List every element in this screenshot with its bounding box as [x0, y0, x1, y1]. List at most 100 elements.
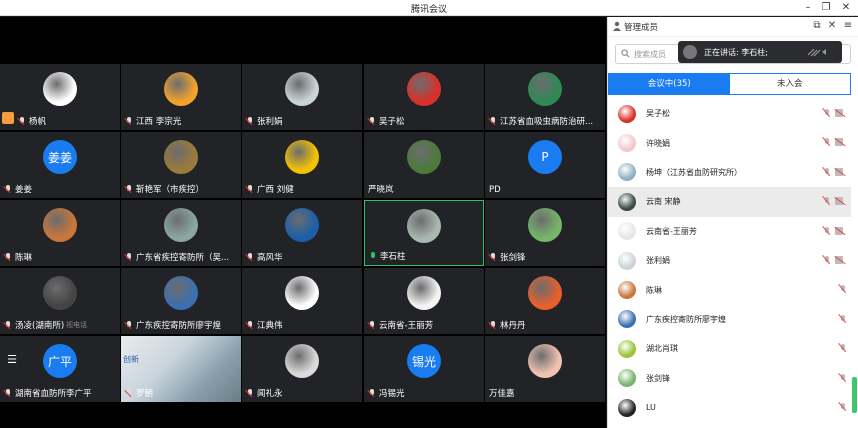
list-item[interactable]: 广东疾控寄防所廖宇煌 [608, 305, 851, 334]
video-tile[interactable]: 锡光 冯锡光 [364, 336, 484, 402]
member-name: 云南 宋静 [646, 197, 681, 207]
video-tile[interactable]: 江典伟 [242, 268, 362, 334]
list-item[interactable]: 吴子松 [608, 99, 851, 128]
member-name: 张剑锋 [646, 373, 670, 383]
photo-avatar [164, 140, 198, 174]
member-name: 陈琳 [646, 285, 662, 295]
menu-icon[interactable]: ☰ [3, 351, 21, 369]
camera-off-icon[interactable] [835, 138, 847, 147]
member-name: 云南省-王丽芳 [646, 226, 697, 236]
participant-name: 姜姜 [4, 183, 32, 195]
camera-off-icon[interactable] [835, 226, 847, 235]
camera-off-icon[interactable] [835, 167, 847, 176]
mic-muted-icon[interactable] [839, 284, 847, 294]
video-tile[interactable]: 张利娟 [242, 64, 362, 130]
video-tile[interactable]: 靳艳军（市疾控） [121, 132, 241, 198]
video-tile[interactable]: 姜姜 姜姜 [0, 132, 120, 198]
mic-muted-icon[interactable] [823, 137, 831, 147]
video-tile[interactable]: 高风华 [242, 200, 362, 266]
close-icon[interactable]: ✕ [838, 1, 854, 15]
video-tile[interactable]: 广西 刘健 [242, 132, 362, 198]
minimize-icon[interactable]: – [800, 1, 816, 15]
member-name: 吴子松 [646, 109, 670, 119]
photo-avatar [43, 208, 77, 242]
mic-muted-icon [125, 252, 133, 262]
video-tile[interactable]: 云南省-王丽芳 [364, 268, 484, 334]
speaking-indicator: 正在讲话: 李石柱; [678, 41, 842, 63]
photo-avatar [43, 72, 77, 106]
camera-off-icon[interactable] [835, 255, 847, 264]
video-tile[interactable]: 视电话 汤凌(湖南所) [0, 268, 120, 334]
video-tile[interactable]: 广平 湖南省血防所李广平 [0, 336, 120, 402]
photo-avatar [164, 72, 198, 106]
participant-name-text: 广东疾控寄防所廖宇煌 [136, 321, 222, 331]
photo-avatar [285, 208, 319, 242]
participant-name: 冯锡光 [368, 387, 405, 399]
participant-name-text: 江典伟 [257, 321, 283, 331]
video-tile[interactable]: 广东疾控寄防所廖宇煌 [121, 268, 241, 334]
mic-muted-icon [489, 252, 497, 262]
video-tile[interactable]: 万佳嘉 [485, 336, 605, 402]
avatar [618, 163, 636, 182]
tab-in-meeting[interactable]: 会议中(35) [609, 74, 730, 94]
video-tile[interactable]: 江西 李宗光 [121, 64, 241, 130]
participant-name-text: 吴子松 [379, 117, 405, 127]
video-tile[interactable]: 江苏省血吸虫病防治研... [485, 64, 605, 130]
close-panel-icon[interactable]: ✕ [826, 20, 838, 32]
video-tile[interactable]: 张剑锋 [485, 200, 605, 266]
list-item[interactable]: 云南 宋静 [608, 187, 851, 217]
avatar [618, 310, 636, 329]
list-item[interactable]: 许晓娟 [608, 128, 851, 157]
list-item[interactable]: 张利娟 [608, 246, 851, 275]
video-tile[interactable]: 闻礼永 [242, 336, 362, 402]
popout-icon[interactable]: ⧉ [811, 20, 823, 32]
mic-muted-icon [489, 116, 497, 126]
list-item[interactable]: 陈琳 [608, 275, 851, 304]
mic-muted-icon[interactable] [823, 196, 831, 206]
video-tile[interactable]: 陈琳 [0, 200, 120, 266]
more-icon[interactable]: ≡ [842, 20, 854, 32]
list-item[interactable]: 湖北肖琪 [608, 334, 851, 363]
video-tile[interactable]: 广东省疾控寄防所（吴... [121, 200, 241, 266]
video-tile[interactable]: 杨帆 [0, 64, 120, 130]
video-tile[interactable]: P PD [485, 132, 605, 198]
member-name: 张利娟 [646, 256, 670, 266]
mic-muted-icon[interactable] [823, 167, 831, 177]
photo-avatar [285, 276, 319, 310]
participant-name: 严晓岚 [368, 183, 394, 195]
mic-muted-icon[interactable] [823, 226, 831, 236]
avatar [618, 339, 636, 358]
mic-muted-icon [4, 320, 12, 330]
participant-name-text: 湖南省血防所李广平 [15, 389, 92, 399]
mic-muted-icon[interactable] [839, 373, 847, 383]
video-tile[interactable]: 严晓岚 [364, 132, 484, 198]
mic-muted-icon [18, 116, 26, 126]
mic-muted-icon [125, 388, 133, 398]
camera-off-icon[interactable] [835, 109, 847, 117]
video-tile[interactable]: 创新 罗朝 [121, 336, 241, 402]
video-tile[interactable]: 林丹丹 [485, 268, 605, 334]
mic-muted-icon[interactable] [839, 402, 847, 412]
host-badge-icon [2, 112, 14, 124]
tab-not-joined[interactable]: 未入会 [730, 74, 851, 94]
mic-muted-icon[interactable] [823, 108, 831, 118]
mic-muted-icon [4, 184, 12, 194]
video-tile[interactable]: 李石柱 [364, 200, 484, 266]
restore-icon[interactable]: ❐ [818, 1, 834, 15]
mic-muted-icon[interactable] [823, 255, 831, 265]
participant-name-text: 汤凌(湖南所) [15, 321, 65, 331]
list-item[interactable]: LU [608, 393, 851, 422]
avatar [618, 281, 636, 300]
avatar [618, 104, 636, 123]
mic-muted-icon [246, 116, 254, 126]
mic-muted-icon[interactable] [839, 314, 847, 324]
scrollbar[interactable] [852, 377, 857, 413]
list-item[interactable]: 张剑锋 [608, 364, 851, 393]
mic-muted-icon [125, 116, 133, 126]
video-tile[interactable]: 吴子松 [364, 64, 484, 130]
list-item[interactable]: 杨坤（江苏省血防研究所） [608, 158, 851, 187]
mic-muted-icon[interactable] [839, 343, 847, 353]
participant-name-text: 闻礼永 [257, 389, 283, 399]
camera-off-icon[interactable] [835, 197, 847, 206]
list-item[interactable]: 云南省-王丽芳 [608, 217, 851, 246]
